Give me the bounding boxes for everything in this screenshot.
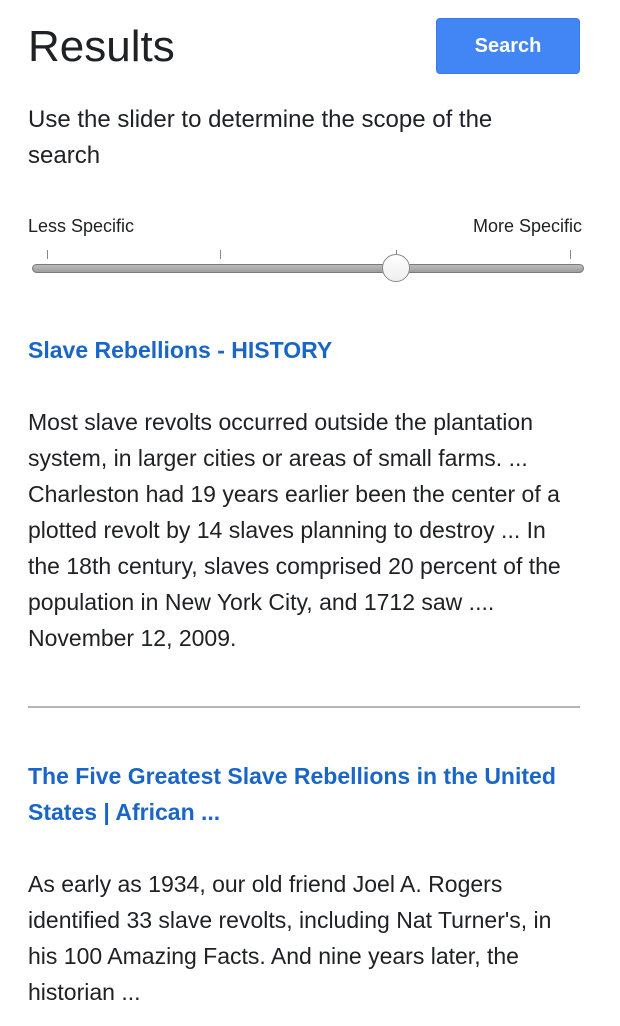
header: Results Search (28, 18, 582, 76)
result-snippet: As early as 1934, our old friend Joel A.… (28, 871, 552, 1005)
page-title: Results (28, 22, 175, 71)
slider-tick (220, 250, 221, 259)
result-title-link[interactable]: Slave Rebellions - HISTORY (28, 332, 568, 368)
result-divider (28, 706, 580, 708)
slider-tick (47, 250, 48, 259)
slider-label-more-specific: More Specific (472, 216, 582, 236)
slider-tick (570, 250, 571, 259)
result-snippet: Most slave revolts occurred outside the … (28, 409, 561, 651)
slider-instructions: Use the slider to determine the scope of… (28, 106, 493, 169)
search-button[interactable]: Search (436, 18, 580, 74)
slider-label-less-specific: Less Specific (28, 216, 135, 236)
slider-track[interactable] (32, 264, 584, 273)
scope-slider: Less Specific More Specific (28, 212, 584, 292)
result-title-link[interactable]: The Five Greatest Slave Rebellions in th… (28, 758, 568, 830)
slider-thumb[interactable] (382, 254, 411, 282)
